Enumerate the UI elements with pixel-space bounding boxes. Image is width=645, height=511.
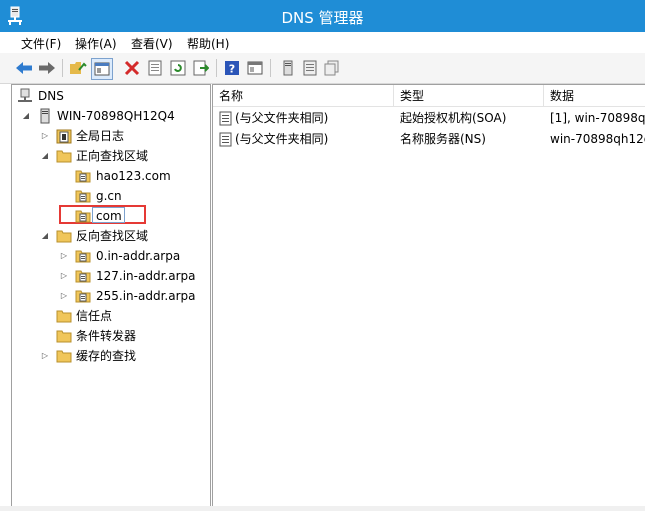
log-folder-icon	[56, 129, 72, 144]
refresh-icon[interactable]	[168, 58, 188, 78]
record-type: 名称服务器(NS)	[400, 132, 486, 146]
tree-label: 信任点	[76, 309, 113, 323]
toolbar: ?	[0, 53, 645, 84]
tree-label: 反向查找区域	[76, 229, 149, 243]
expand-arrow-icon[interactable]: ▷	[59, 246, 69, 266]
folder-icon	[56, 350, 72, 363]
record-icon	[219, 111, 232, 126]
table-row[interactable]: (与父文件夹相同) 起始授权机构(SOA) [1], win-70898qh	[213, 108, 645, 129]
tree-item-trust-points[interactable]: 信任点	[12, 306, 208, 326]
dns-root-icon	[18, 88, 32, 102]
help-icon[interactable]: ?	[222, 58, 242, 78]
menu-action[interactable]: 操作(A)	[75, 35, 117, 52]
tree-label: WIN-70898QH12Q4	[57, 109, 175, 123]
tree-label: 127.in-addr.arpa	[96, 269, 196, 283]
tree-label: 条件转发器	[76, 329, 137, 343]
window-title: DNS 管理器	[281, 9, 364, 27]
tree-label: hao123.com	[96, 169, 171, 183]
menu-help[interactable]: 帮助(H)	[187, 35, 229, 52]
tree-item-zone-gcn[interactable]: g.cn	[12, 186, 208, 206]
menu-bar: 文件(F) 操作(A) 查看(V) 帮助(H)	[0, 32, 645, 54]
tree-item-cached-lookups[interactable]: ▷ 缓存的查找	[12, 346, 208, 366]
server-icon[interactable]	[278, 58, 298, 78]
record-icon	[219, 132, 232, 147]
tree-item-zone-hao123[interactable]: hao123.com	[12, 166, 208, 186]
record-data: win-70898qh12q	[550, 132, 645, 146]
svg-text:?: ?	[229, 63, 235, 76]
expand-arrow-icon[interactable]: ▷	[59, 286, 69, 306]
tree-label: 0.in-addr.arpa	[96, 249, 181, 263]
zone-icon	[75, 170, 91, 183]
menu-view[interactable]: 查看(V)	[131, 35, 173, 52]
collapse-arrow-icon[interactable]: ◢	[21, 106, 31, 126]
forward-icon[interactable]	[37, 58, 57, 78]
folder-icon	[56, 330, 72, 343]
record-name: (与父文件夹相同)	[235, 111, 329, 125]
list-icon[interactable]	[300, 58, 320, 78]
table-row[interactable]: (与父文件夹相同) 名称服务器(NS) win-70898qh12q	[213, 129, 645, 150]
tree-label: 全局日志	[76, 129, 125, 143]
dns-manager-window: DNS 管理器 文件(F) 操作(A) 查看(V) 帮助(H) ? DNS ◢ …	[0, 0, 645, 511]
tree-item-forward-zones[interactable]: ◢ 正向查找区域	[12, 146, 208, 166]
tree-item-global-logs[interactable]: ▷ 全局日志	[12, 126, 208, 146]
tree-label: g.cn	[96, 189, 122, 203]
tree-label: 缓存的查找	[76, 349, 137, 363]
zone-icon	[75, 190, 91, 203]
view-icon[interactable]	[245, 58, 265, 78]
tree-item-server[interactable]: ◢ WIN-70898QH12Q4	[12, 106, 208, 126]
tree-item-conditional-forwarders[interactable]: 条件转发器	[12, 326, 208, 346]
record-data: [1], win-70898qh	[550, 111, 645, 125]
tree-label: 正向查找区域	[76, 149, 149, 163]
folder-icon	[56, 150, 72, 163]
record-type: 起始授权机构(SOA)	[400, 111, 507, 125]
record-name: (与父文件夹相同)	[235, 132, 329, 146]
properties-icon[interactable]	[145, 58, 165, 78]
tree-item-reverse-zones[interactable]: ◢ 反向查找区域	[12, 226, 208, 246]
tree-label: 255.in-addr.arpa	[96, 289, 196, 303]
server-icon	[40, 108, 50, 124]
expand-arrow-icon[interactable]: ▷	[59, 266, 69, 286]
tree-item-rev-127[interactable]: ▷ 127.in-addr.arpa	[12, 266, 208, 286]
up-folder-icon[interactable]	[68, 58, 88, 78]
column-header-type[interactable]: 类型	[394, 85, 544, 107]
status-bar	[0, 506, 645, 511]
zone-icon	[75, 250, 91, 263]
tree-item-zone-com[interactable]: com	[12, 206, 208, 226]
folder-icon	[56, 310, 72, 323]
menu-file[interactable]: 文件(F)	[21, 35, 61, 52]
expand-arrow-icon[interactable]: ▷	[40, 346, 50, 366]
column-header-name[interactable]: 名称	[213, 85, 394, 107]
zone-icon	[75, 210, 91, 223]
records-list-pane[interactable]: 名称 类型 数据 (与父文件夹相同) 起始授权机构(SOA) [1], win-…	[212, 84, 645, 508]
collapse-arrow-icon[interactable]: ◢	[40, 226, 50, 246]
delete-icon[interactable]	[122, 58, 142, 78]
zone-icon	[75, 290, 91, 303]
tree-item-rev-0[interactable]: ▷ 0.in-addr.arpa	[12, 246, 208, 266]
copy-icon[interactable]	[322, 58, 342, 78]
show-tree-icon[interactable]	[91, 58, 113, 80]
back-icon[interactable]	[14, 58, 34, 78]
tree-pane[interactable]: DNS ◢ WIN-70898QH12Q4 ▷ 全局日志 ◢ 正向查找区域 ha…	[11, 84, 211, 508]
expand-arrow-icon[interactable]: ▷	[40, 126, 50, 146]
tree-item-rev-255[interactable]: ▷ 255.in-addr.arpa	[12, 286, 208, 306]
export-icon[interactable]	[191, 58, 211, 78]
tree-label: com	[96, 209, 122, 223]
title-bar[interactable]: DNS 管理器	[0, 0, 645, 32]
tree-label: DNS	[38, 89, 64, 103]
folder-icon	[56, 230, 72, 243]
tree-item-dns[interactable]: DNS	[12, 86, 208, 106]
column-header-data[interactable]: 数据	[544, 85, 645, 107]
collapse-arrow-icon[interactable]: ◢	[40, 146, 50, 166]
zone-icon	[75, 270, 91, 283]
